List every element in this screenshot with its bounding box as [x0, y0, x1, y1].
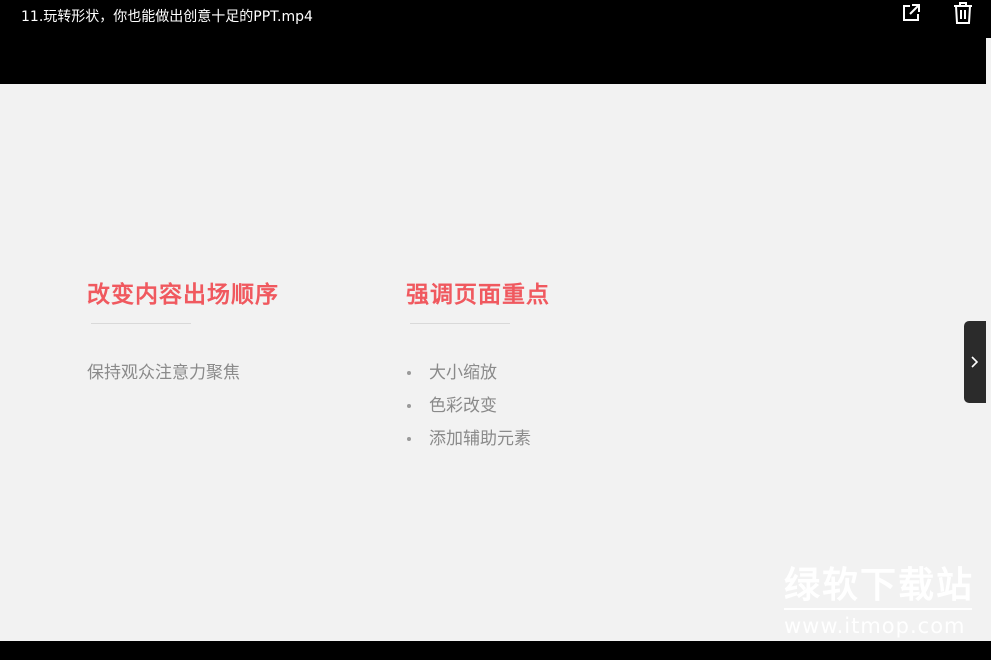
trash-icon — [954, 2, 972, 24]
chevron-right-icon — [971, 356, 979, 368]
slide-body-left: 保持观众注意力聚焦 — [87, 363, 240, 383]
scrollbar-track[interactable] — [986, 38, 991, 642]
list-item-label: 添加辅助元素 — [429, 429, 531, 449]
bullet-list: 大小缩放 色彩改变 添加辅助元素 — [406, 362, 550, 450]
delete-button[interactable] — [952, 2, 974, 24]
open-external-icon — [903, 4, 920, 21]
video-viewer-window: 11.玩转形状，你也能做出创意十足的PPT.mp4 改变内容出场顺序 保持观众注… — [0, 0, 991, 660]
video-frame[interactable]: 改变内容出场顺序 保持观众注意力聚焦 强调页面重点 大小缩放 色彩改变 添加辅助… — [0, 84, 986, 641]
list-item-label: 色彩改变 — [429, 396, 497, 416]
heading-divider-right — [410, 323, 510, 324]
watermark-brand: 绿软下载站 — [784, 565, 975, 606]
bullet-dot — [407, 371, 411, 375]
video-title: 11.玩转形状，你也能做出创意十足的PPT.mp4 — [21, 9, 313, 25]
open-external-button[interactable] — [900, 2, 922, 24]
list-item: 大小缩放 — [406, 362, 550, 384]
slide-column-right: 强调页面重点 大小缩放 色彩改变 添加辅助元素 — [406, 280, 550, 461]
bullet-dot — [407, 437, 411, 441]
list-item: 色彩改变 — [406, 395, 550, 417]
slide-heading-left: 改变内容出场顺序 — [87, 282, 279, 308]
watermark-url: www.itmop.com — [784, 614, 966, 638]
title-bar: 11.玩转形状，你也能做出创意十足的PPT.mp4 — [0, 0, 991, 84]
watermark-divider — [784, 608, 972, 610]
bottom-bar — [0, 641, 991, 660]
bullet-dot — [407, 404, 411, 408]
heading-divider-left — [91, 323, 191, 324]
list-item-label: 大小缩放 — [429, 363, 497, 383]
slide-column-left: 改变内容出场顺序 保持观众注意力聚焦 — [87, 280, 279, 384]
watermark-logo: 绿软下载站 www.itmop.com — [784, 566, 974, 638]
next-button[interactable] — [964, 321, 986, 403]
slide-heading-right: 强调页面重点 — [406, 282, 550, 308]
list-item: 添加辅助元素 — [406, 428, 550, 450]
